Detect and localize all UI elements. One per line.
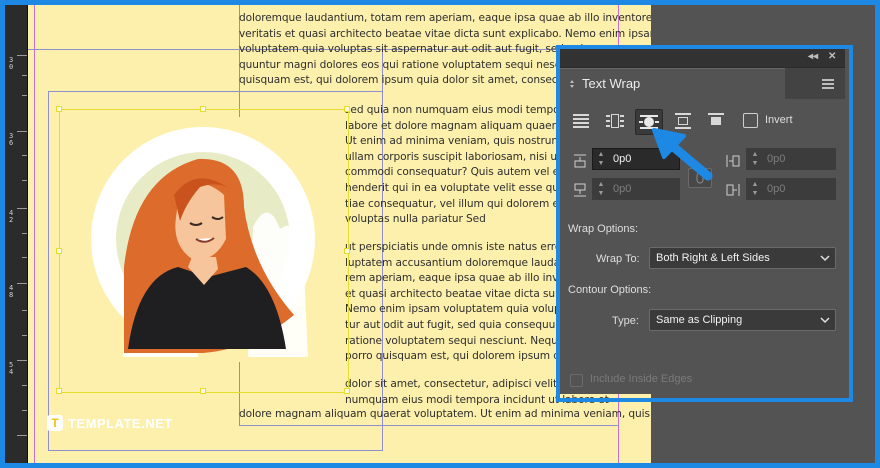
wrap-object-shape-icon	[639, 115, 659, 129]
jump-object-icon	[675, 113, 691, 129]
ruler-tick	[17, 55, 27, 56]
contour-options-label: Contour Options:	[568, 284, 652, 296]
column-guide	[48, 91, 383, 92]
template-net-logo: T TEMPLATE.NET	[47, 415, 173, 431]
bottom-offset-stepper[interactable]: ▲ ▼	[595, 180, 607, 198]
ruler-tick	[22, 335, 27, 336]
no-wrap-icon	[573, 114, 589, 128]
ruler-tick	[22, 233, 27, 234]
text-wrap-panel[interactable]: ◂◂ ✕ Text Wrap Invert ▲ ▼ 0p0 ▲ ▼ 0p0 ▲ ▼ 0…	[560, 49, 845, 394]
ruler-number: 3 0	[9, 56, 14, 71]
contour-type-dropdown[interactable]: Same as Clipping	[649, 309, 836, 331]
wrap-options-label: Wrap Options:	[568, 223, 639, 235]
panel-title: Text Wrap	[582, 76, 641, 91]
invert-label: Invert	[765, 114, 793, 126]
ruler-tick	[17, 435, 27, 436]
ruler-number: 5 4	[9, 361, 14, 376]
ruler-tick	[22, 75, 27, 76]
text-line: veritatis et quasi architecto beatae vit…	[239, 27, 651, 40]
link-icon	[696, 172, 704, 184]
resize-handle[interactable]	[344, 388, 350, 394]
wrap-to-value: Both Right & Left Sides	[656, 252, 770, 264]
ruler-tick	[22, 95, 27, 96]
left-offset-field[interactable]: ▲ ▼ 0p0	[746, 148, 836, 170]
type-label: Type:	[612, 315, 639, 327]
ruler-number: 4 8	[9, 284, 14, 299]
include-inside-edges-label: Include Inside Edges	[590, 373, 693, 385]
link-offsets-button[interactable]	[688, 168, 712, 188]
left-offset-value: 0p0	[767, 153, 786, 165]
ruler-tick	[22, 257, 27, 258]
jump-to-next-column-button[interactable]	[703, 109, 729, 133]
resize-handle[interactable]	[344, 248, 350, 254]
ruler-tick	[22, 180, 27, 181]
margin-guide	[34, 5, 35, 463]
text-line-bottom[interactable]: dolore magnam aliquam quaerat voluptatem…	[239, 407, 650, 423]
jump-to-next-column-icon	[708, 113, 724, 125]
tab-toggle-icon[interactable]	[570, 80, 574, 88]
contour-type-value: Same as Clipping	[656, 314, 743, 326]
panel-tab[interactable]: Text Wrap	[560, 68, 785, 99]
ruler-tick	[22, 310, 27, 311]
wrap-bounding-box-icon	[606, 114, 624, 128]
right-offset-value: 0p0	[767, 183, 786, 195]
resize-handle[interactable]	[344, 106, 350, 112]
text-line: doloremque laudantium, totam rem aperiam…	[239, 12, 651, 24]
wrap-to-label: Wrap To:	[596, 253, 640, 265]
include-inside-edges-checkbox[interactable]	[570, 374, 583, 387]
wrap-object-shape-button[interactable]	[635, 109, 663, 135]
image-selection-frame[interactable]	[59, 109, 349, 393]
ruler-tick	[22, 385, 27, 386]
ruler-tick	[17, 131, 27, 132]
ruler-number: 3 6	[9, 132, 14, 147]
ruler-number: 4 2	[9, 209, 14, 224]
left-offset-icon	[726, 155, 740, 167]
ruler-tick	[22, 155, 27, 156]
resize-handle[interactable]	[200, 106, 206, 112]
resize-handle[interactable]	[56, 388, 62, 394]
resize-handle[interactable]	[56, 248, 62, 254]
bottom-offset-value: 0p0	[613, 183, 632, 195]
ruler-tick	[22, 410, 27, 411]
resize-handle[interactable]	[56, 106, 62, 112]
ruler-tick	[17, 283, 27, 284]
close-icon[interactable]: ✕	[828, 51, 836, 62]
wrap-bounding-box-button[interactable]	[602, 109, 628, 133]
wrap-to-dropdown[interactable]: Both Right & Left Sides	[649, 247, 836, 269]
logo-mark-icon: T	[47, 415, 63, 431]
top-offset-icon	[574, 154, 586, 168]
no-wrap-button[interactable]	[568, 109, 594, 133]
resize-handle[interactable]	[200, 388, 206, 394]
right-offset-field[interactable]: ▲ ▼ 0p0	[746, 178, 836, 200]
chevron-down-icon	[820, 255, 830, 262]
right-offset-icon	[726, 184, 740, 196]
logo-text: TEMPLATE.NET	[68, 415, 173, 431]
vertical-ruler[interactable]: 3 0 3 6 4 2 4 8 5 4	[5, 5, 28, 463]
ruler-tick	[17, 208, 27, 209]
top-offset-field[interactable]: ▲ ▼ 0p0	[592, 148, 680, 170]
panel-menu-icon[interactable]	[822, 79, 834, 91]
column-guide	[48, 91, 49, 451]
invert-checkbox[interactable]	[743, 113, 758, 128]
chevron-down-icon	[820, 317, 830, 324]
collapse-icon[interactable]: ◂◂	[808, 51, 818, 62]
top-offset-stepper[interactable]: ▲ ▼	[595, 150, 607, 168]
column-guide	[48, 450, 383, 451]
jump-object-button[interactable]	[670, 109, 696, 133]
left-offset-stepper[interactable]: ▲ ▼	[749, 150, 761, 168]
top-offset-value: 0p0	[613, 153, 632, 165]
panel-title-bar[interactable]: ◂◂ ✕	[560, 49, 845, 68]
text-frame-edge	[239, 425, 619, 426]
bottom-offset-icon	[574, 183, 586, 197]
bottom-offset-field[interactable]: ▲ ▼ 0p0	[592, 178, 680, 200]
ruler-tick	[17, 360, 27, 361]
right-offset-stepper[interactable]: ▲ ▼	[749, 180, 761, 198]
